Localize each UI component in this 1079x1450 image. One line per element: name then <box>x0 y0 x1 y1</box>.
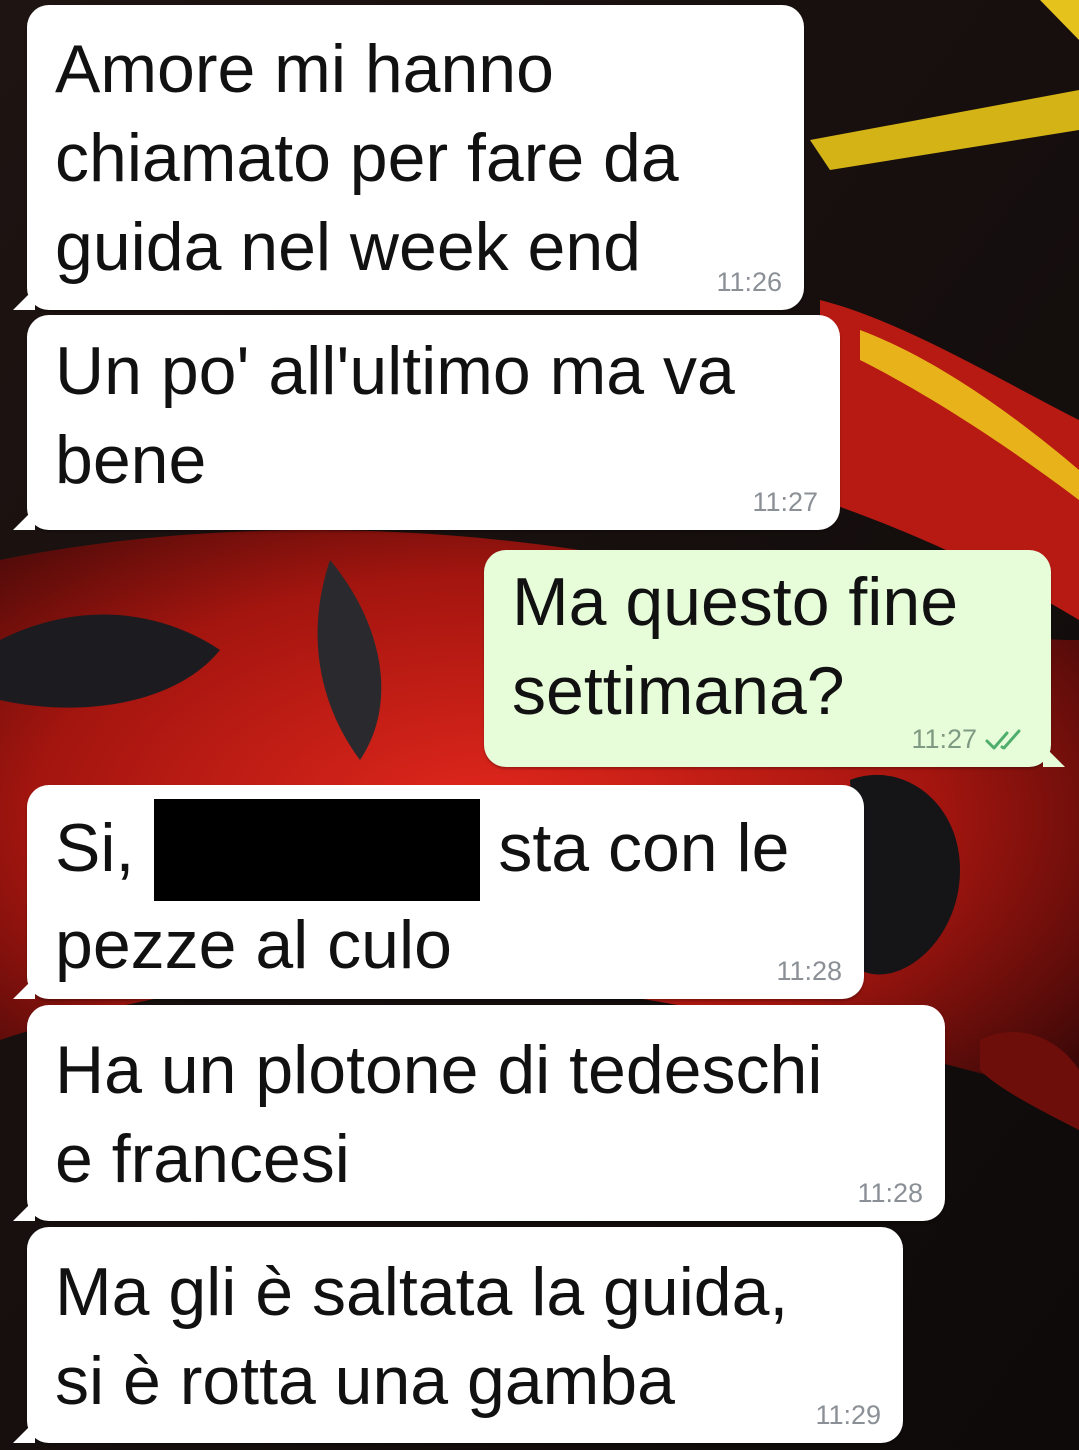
message-time: 11:26 <box>716 267 782 297</box>
redacted-name <box>154 799 481 901</box>
message-time: 11:27 <box>911 724 977 754</box>
message-time: 11:29 <box>815 1400 881 1430</box>
incoming-message[interactable]: Un po' all'ultimo ma va bene 11:27 <box>13 315 840 530</box>
incoming-message[interactable]: Si, sta con le pezze al culo 11:28 <box>13 785 864 999</box>
double-check-icon <box>985 729 1021 749</box>
chat-message-list[interactable]: Amore mi hanno chiamato per fare da guid… <box>0 0 1079 1450</box>
message-text: Ma gli è saltata la guida, si è rotta un… <box>55 1254 789 1419</box>
message-meta: 11:28 <box>776 956 842 987</box>
message-text-line2: pezze al culo <box>55 907 452 983</box>
message-meta: 11:27 <box>911 724 1029 755</box>
message-time: 11:28 <box>857 1178 923 1208</box>
message-meta: 11:27 <box>752 487 818 518</box>
message-text: Amore mi hanno chiamato per fare da guid… <box>55 31 679 285</box>
message-meta: 11:26 <box>716 267 782 298</box>
message-time: 11:27 <box>752 487 818 517</box>
message-text: Ha un plotone di tedeschi e francesi <box>55 1032 823 1197</box>
message-text-before: Si, <box>55 810 135 886</box>
message-meta: 11:29 <box>815 1400 881 1431</box>
outgoing-message[interactable]: Ma questo fine settimana? 11:27 <box>484 550 1065 767</box>
message-time: 11:28 <box>776 956 842 986</box>
incoming-message[interactable]: Amore mi hanno chiamato per fare da guid… <box>13 5 804 310</box>
message-text-after: sta con le <box>498 810 790 886</box>
message-text: Si, sta con le pezze al culo <box>55 799 836 990</box>
message-text: Un po' all'ultimo ma va bene <box>55 333 735 498</box>
incoming-message[interactable]: Ma gli è saltata la guida, si è rotta un… <box>13 1227 903 1443</box>
message-text: Ma questo fine settimana? <box>512 564 959 729</box>
incoming-message[interactable]: Ha un plotone di tedeschi e francesi 11:… <box>13 1005 945 1221</box>
message-meta: 11:28 <box>857 1178 923 1209</box>
